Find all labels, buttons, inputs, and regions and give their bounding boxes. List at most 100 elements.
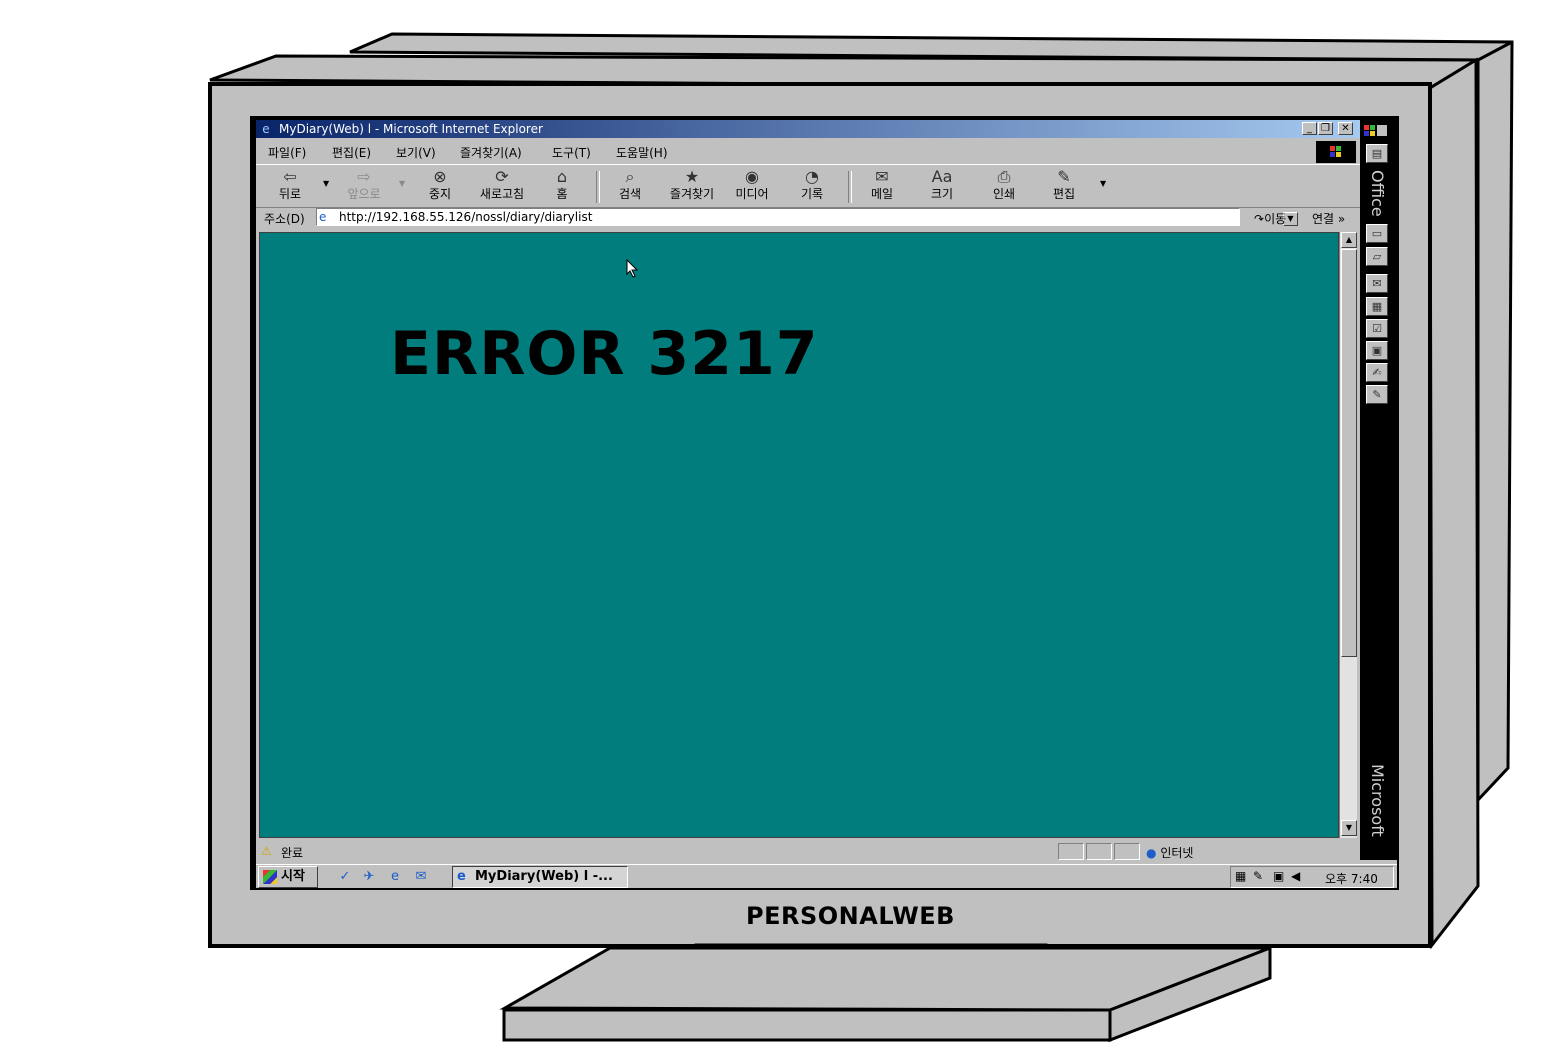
home-icon: ⌂ <box>556 167 568 186</box>
note-icon[interactable]: ✎ <box>1366 385 1388 404</box>
page-content: ERROR 3217 <box>259 232 1339 838</box>
system-tray: ▦ ✎ ▣ ◀ 오후 7:40 <box>1230 866 1394 888</box>
quicklaunch-mail-icon[interactable]: ✉ <box>412 869 430 885</box>
scroll-up-icon[interactable]: ▲ <box>1341 232 1357 248</box>
scroll-down-icon[interactable]: ▼ <box>1341 820 1357 836</box>
forward-dropdown-icon[interactable]: ▼ <box>399 179 405 188</box>
page-icon: e <box>319 210 327 224</box>
close-button[interactable]: ✕ <box>1338 122 1353 135</box>
ie-icon: e <box>262 122 270 136</box>
title-bar: e MyDiary(Web) l - Microsoft Internet Ex… <box>256 120 1360 138</box>
windows-logo-icon <box>1316 141 1356 163</box>
history-icon: ◔ <box>805 167 819 186</box>
menu-help[interactable]: 도움말(H) <box>616 144 668 161</box>
status-cell <box>1114 843 1140 860</box>
office-shortcut-bar: ▤ Office ▭ ▱ ✉ ▦ ☑ ▣ ✍ ✎ Microsoft <box>1360 120 1397 860</box>
media-icon: ◉ <box>745 167 759 186</box>
search-button[interactable]: ⌕ 검색 <box>604 167 656 207</box>
go-arrow-icon: ↷ <box>1254 212 1265 226</box>
refresh-icon: ⟳ <box>495 167 509 186</box>
journal-icon[interactable]: ✍ <box>1366 363 1388 382</box>
taskbar: 시작 ✓ ✈ e ✉ e MyDiary(Web) l -... ▦ ✎ ▣ ◀… <box>256 864 1397 888</box>
network-icon[interactable]: ▦ <box>1235 869 1246 883</box>
microsoft-label: Microsoft <box>1368 764 1387 837</box>
quicklaunch-desktop-icon[interactable]: ✓ <box>336 869 354 885</box>
edit-icon: ✎ <box>1057 167 1071 186</box>
toolbar-more-icon[interactable]: ▼ <box>1100 179 1106 188</box>
scroll-thumb[interactable] <box>1341 249 1357 657</box>
favorites-button[interactable]: ★ 즐겨찾기 <box>662 167 722 207</box>
status-text: 완료 <box>281 846 304 860</box>
address-bar: 주소(D) e http://192.168.55.126/nossl/diar… <box>256 206 1360 230</box>
pen-icon[interactable]: ✎ <box>1253 869 1263 883</box>
back-dropdown-icon[interactable]: ▼ <box>323 179 329 188</box>
menu-view[interactable]: 보기(V) <box>396 144 436 161</box>
status-bar: ⚠ 완료 ● 인터넷 <box>256 841 1360 861</box>
font-size-icon: Aa <box>931 167 953 186</box>
edit-button[interactable]: ✎ 편집 <box>1038 167 1090 207</box>
mail-button[interactable]: ✉ 메일 <box>856 167 908 207</box>
menu-file[interactable]: 파일(F) <box>268 144 306 161</box>
office-label: Office <box>1368 170 1387 217</box>
new-message-icon[interactable]: ✉ <box>1366 274 1388 293</box>
ie-icon: e <box>457 869 466 884</box>
restore-button[interactable]: ❐ <box>1318 122 1333 135</box>
stop-button[interactable]: ⊗ 중지 <box>414 167 466 207</box>
address-url[interactable]: http://192.168.55.126/nossl/diary/diaryl… <box>339 210 592 224</box>
arrow-right-icon: ⇨ <box>357 167 371 186</box>
status-cell <box>1058 843 1084 860</box>
menu-edit[interactable]: 편집(E) <box>332 144 371 161</box>
stop-icon: ⊗ <box>433 167 447 186</box>
toolbar-separator <box>848 171 852 203</box>
go-button[interactable]: ↷이동 <box>1254 210 1286 227</box>
office-menu-icon[interactable]: ▤ <box>1366 144 1388 163</box>
menu-tools[interactable]: 도구(T) <box>552 144 591 161</box>
mouse-cursor-icon <box>626 259 639 278</box>
search-icon: ⌕ <box>625 167 635 186</box>
media-button[interactable]: ◉ 미디어 <box>726 167 778 207</box>
links-button[interactable]: 연결 » <box>1312 210 1345 227</box>
print-icon: ⎙ <box>997 167 1011 186</box>
minimize-button[interactable]: _ <box>1302 122 1317 135</box>
status-cell <box>1086 843 1112 860</box>
browser-window: e MyDiary(Web) l - Microsoft Internet Ex… <box>256 120 1397 888</box>
menu-favorites[interactable]: 즐겨찾기(A) <box>460 144 522 161</box>
vertical-scrollbar[interactable]: ▲ ▼ <box>1339 232 1357 838</box>
forward-button[interactable]: ⇨ 앞으로 <box>338 167 390 207</box>
error-message: ERROR 3217 <box>390 319 819 389</box>
quicklaunch-outlook-icon[interactable]: ✈ <box>360 869 378 885</box>
office-logo-icon <box>1364 125 1387 136</box>
window-title: MyDiary(Web) l - Microsoft Internet Expl… <box>279 122 543 136</box>
standard-toolbar: ⇦ 뒤로 ▼ ⇨ 앞으로 ▼ ⊗ 중지 ⟳ 새로고침 ⌂ 홈 ⌕ 검색 ★ 즐겨찾기 ◉ 미디어… <box>256 164 1360 208</box>
task-icon[interactable]: ☑ <box>1366 319 1388 338</box>
mail-icon: ✉ <box>875 167 889 186</box>
contact-icon[interactable]: ▣ <box>1366 341 1388 360</box>
warning-icon: ⚠ <box>261 844 272 858</box>
monitor-side-face <box>1428 57 1480 950</box>
calendar-icon[interactable]: ▦ <box>1366 297 1388 316</box>
taskbar-window-button[interactable]: e MyDiary(Web) l -... <box>452 866 628 888</box>
start-button[interactable]: 시작 <box>258 866 318 888</box>
open-document-icon[interactable]: ▱ <box>1366 247 1388 266</box>
display-icon[interactable]: ▣ <box>1273 869 1284 883</box>
quicklaunch-ie-icon[interactable]: e <box>386 869 404 885</box>
globe-icon: ● <box>1146 846 1157 860</box>
new-document-icon[interactable]: ▭ <box>1366 224 1388 243</box>
toolbar-separator <box>596 171 600 203</box>
windows-flag-icon <box>263 870 277 884</box>
arrow-left-icon: ⇦ <box>283 167 297 186</box>
size-button[interactable]: Aa 크기 <box>916 167 968 207</box>
address-input[interactable]: e http://192.168.55.126/nossl/diary/diar… <box>316 208 1298 226</box>
menu-bar: 파일(F) 편집(E) 보기(V) 즐겨찾기(A) 도구(T) 도움말(H) <box>256 140 1360 163</box>
security-zone: ● 인터넷 <box>1146 846 1194 860</box>
print-button[interactable]: ⎙ 인쇄 <box>978 167 1030 207</box>
address-label: 주소(D) <box>264 212 305 226</box>
clock: 오후 7:40 <box>1325 872 1378 886</box>
monitor-brand-label: PERSONALWEB <box>746 902 955 930</box>
home-button[interactable]: ⌂ 홈 <box>536 167 588 207</box>
back-button[interactable]: ⇦ 뒤로 <box>264 167 316 207</box>
volume-icon[interactable]: ◀ <box>1291 869 1300 883</box>
stand-base-front <box>502 1008 1112 1042</box>
history-button[interactable]: ◔ 기록 <box>786 167 838 207</box>
refresh-button[interactable]: ⟳ 새로고침 <box>472 167 532 207</box>
